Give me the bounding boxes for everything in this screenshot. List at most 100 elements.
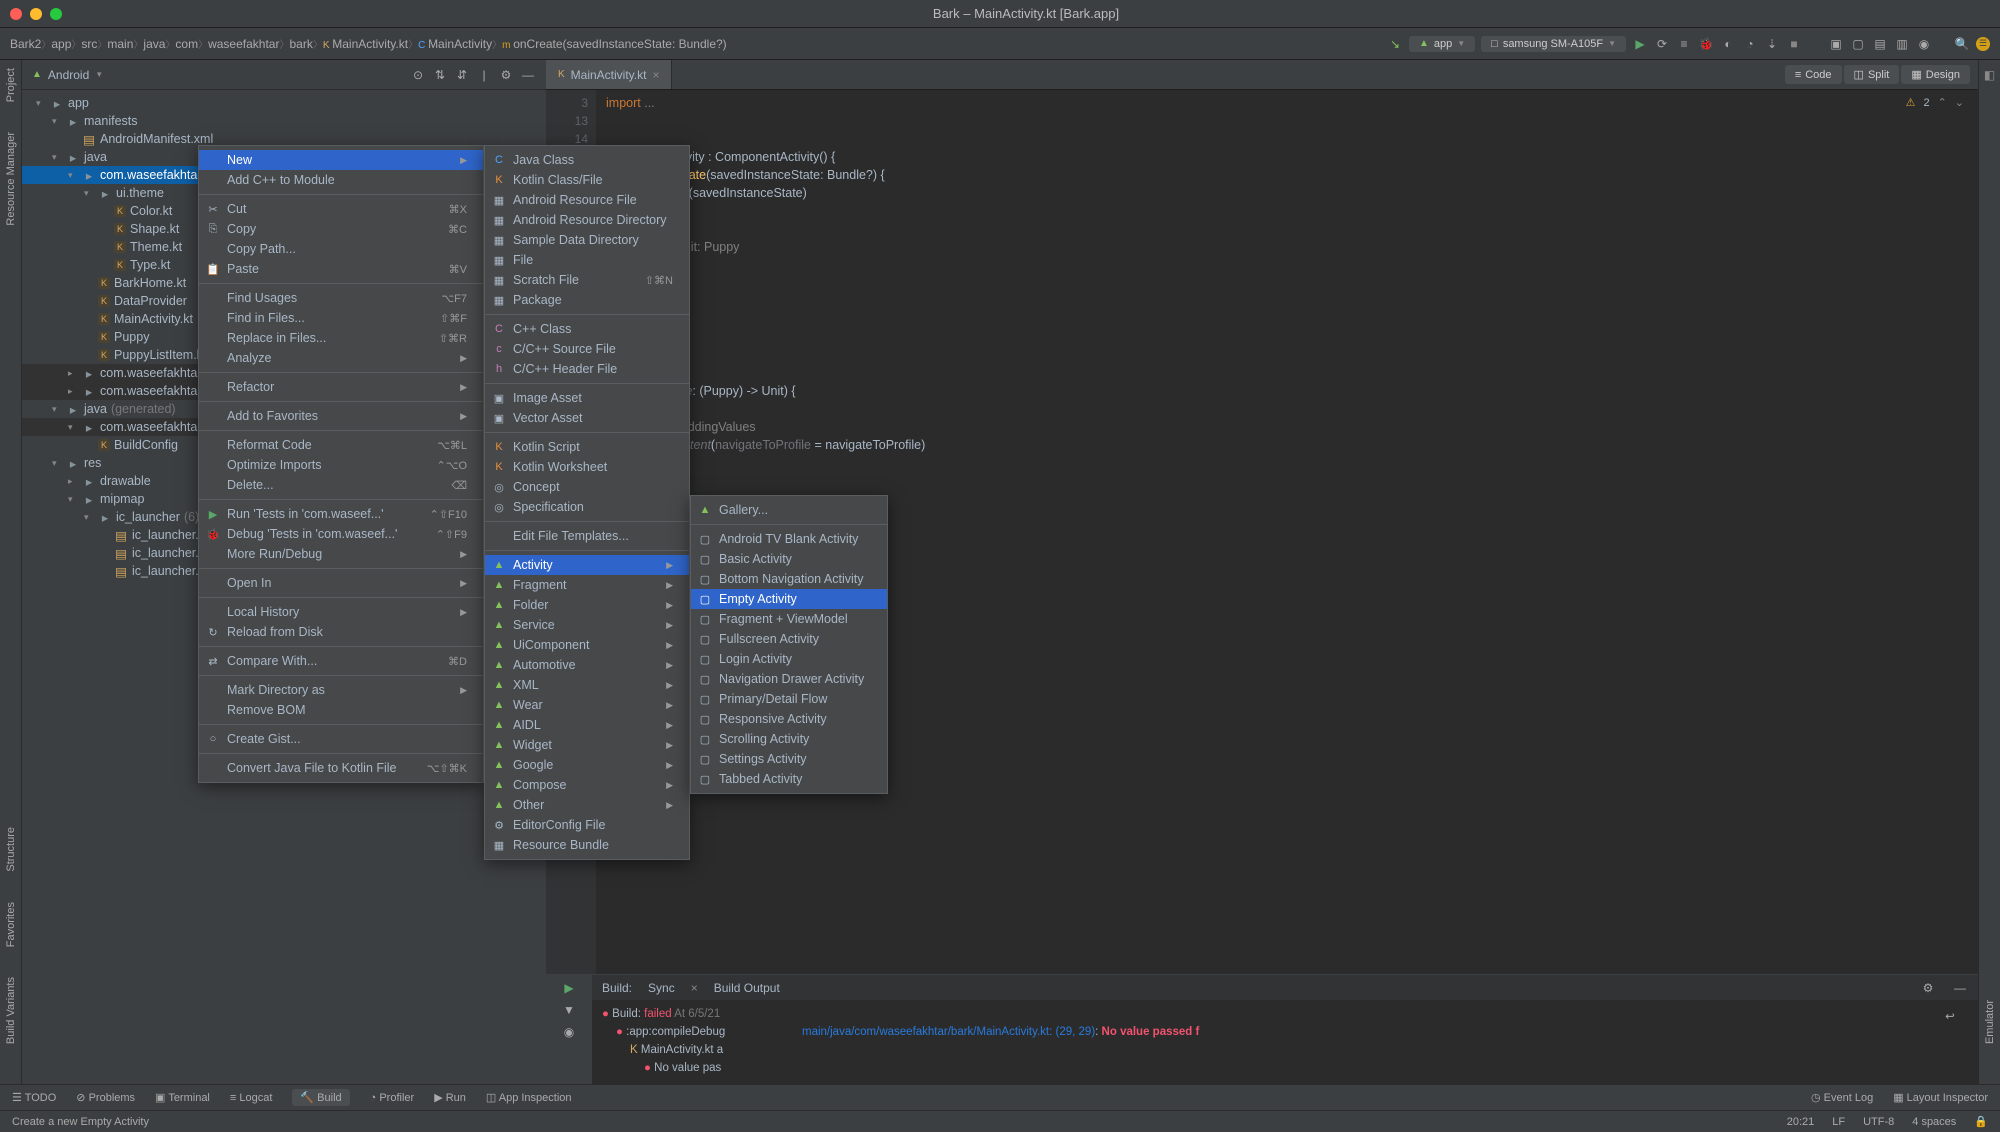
rail-structure[interactable]: Structure [5, 827, 17, 872]
expand-all-icon[interactable]: ⇅ [432, 67, 448, 83]
menu-item[interactable]: ▲Service▶ [485, 615, 689, 635]
menu-item[interactable]: ▣Image Asset [485, 388, 689, 408]
minimize-window-icon[interactable] [30, 8, 42, 20]
menu-item[interactable]: Optimize Imports⌃⌥O [199, 455, 483, 475]
bottom-todo[interactable]: ☰ TODO [12, 1091, 56, 1104]
menu-item[interactable]: ▲XML▶ [485, 675, 689, 695]
menu-item[interactable]: Add to Favorites▶ [199, 406, 483, 426]
breadcrumb-item[interactable]: src [81, 37, 97, 51]
resource-icon[interactable]: ▤ [1872, 36, 1888, 52]
right-rail-icon[interactable]: ◧ [1984, 68, 1995, 82]
bottom-terminal[interactable]: ▣ Terminal [155, 1091, 210, 1104]
build-row[interactable]: K MainActivity.kt a [602, 1041, 782, 1059]
menu-item[interactable]: Copy Path... [199, 239, 483, 259]
close-tab-icon[interactable]: × [652, 68, 659, 82]
menu-item[interactable]: ↻Reload from Disk [199, 622, 483, 642]
menu-item[interactable]: Mark Directory as▶ [199, 680, 483, 700]
menu-item[interactable]: ▦Android Resource Directory [485, 210, 689, 230]
menu-item[interactable]: ▢Fullscreen Activity [691, 629, 887, 649]
menu-item[interactable]: ▢Navigation Drawer Activity [691, 669, 887, 689]
menu-item[interactable]: ▢Settings Activity [691, 749, 887, 769]
menu-item[interactable]: hC/C++ Header File [485, 359, 689, 379]
breadcrumb-item[interactable]: C MainActivity [418, 37, 492, 51]
bottom-profiler[interactable]: ◔ Profiler [370, 1092, 415, 1104]
menu-item[interactable]: Replace in Files...⇧⌘R [199, 328, 483, 348]
bottom-app-inspection[interactable]: ◫ App Inspection [486, 1091, 572, 1104]
menu-item[interactable]: ✂Cut⌘X [199, 199, 483, 219]
menu-item[interactable]: ▲Gallery... [691, 500, 887, 520]
menu-item[interactable]: ▲Automotive▶ [485, 655, 689, 675]
rail-emulator[interactable]: Emulator [1984, 1000, 1996, 1044]
menu-item[interactable]: Delete...⌫ [199, 475, 483, 495]
rail-build-variants[interactable]: Build Variants [5, 977, 17, 1044]
debug-icon[interactable]: 🐞 [1698, 36, 1714, 52]
build-settings-icon[interactable]: ⚙ [1920, 980, 1936, 996]
menu-item[interactable]: ▦Package [485, 290, 689, 310]
menu-item[interactable]: Analyze▶ [199, 348, 483, 368]
menu-item[interactable]: ▶Run 'Tests in 'com.waseef...'⌃⇧F10 [199, 504, 483, 524]
menu-item[interactable]: ⎘Copy⌘C [199, 219, 483, 239]
bottom-problems[interactable]: ⊘ Problems [76, 1091, 135, 1104]
menu-item[interactable]: ▲Activity▶ [485, 555, 689, 575]
breadcrumb-item[interactable]: Bark2 [10, 37, 41, 51]
search-icon[interactable]: 🔍 [1954, 36, 1970, 52]
menu-item[interactable]: ▲Compose▶ [485, 775, 689, 795]
soft-wrap-icon[interactable]: ↩ [1942, 1009, 1958, 1025]
menu-item[interactable]: ▦Sample Data Directory [485, 230, 689, 250]
tree-row[interactable]: ▾▸manifests [22, 112, 546, 130]
build-rerun-icon[interactable]: ▶ [564, 981, 573, 995]
build-hide-icon[interactable]: — [1952, 980, 1968, 996]
status-line-sep[interactable]: LF [1832, 1116, 1845, 1128]
build-hammer-icon[interactable]: ↘ [1387, 36, 1403, 52]
run-config-selector[interactable]: ▲app▼ [1409, 36, 1475, 52]
menu-item[interactable]: CC++ Class [485, 319, 689, 339]
menu-item[interactable]: ▲Folder▶ [485, 595, 689, 615]
menu-item[interactable]: ⚙EditorConfig File [485, 815, 689, 835]
menu-item[interactable]: ▢Responsive Activity [691, 709, 887, 729]
view-design[interactable]: ▦Design [1901, 65, 1970, 84]
profiler-icon[interactable]: ◔ [1742, 36, 1758, 52]
menu-item[interactable]: ▲AIDL▶ [485, 715, 689, 735]
menu-item[interactable]: Edit File Templates... [485, 526, 689, 546]
menu-item[interactable]: ▢Basic Activity [691, 549, 887, 569]
gear-icon[interactable]: ⚙ [498, 67, 514, 83]
avd-manager-icon[interactable]: ▣ [1828, 36, 1844, 52]
build-row[interactable]: ● :app:compileDebug [602, 1023, 782, 1041]
menu-item[interactable]: Convert Java File to Kotlin File⌥⇧⌘K [199, 758, 483, 778]
menu-item[interactable]: ▲Wear▶ [485, 695, 689, 715]
menu-item[interactable]: ◎Specification [485, 497, 689, 517]
menu-item[interactable]: ▢Scrolling Activity [691, 729, 887, 749]
menu-item[interactable]: Refactor▶ [199, 377, 483, 397]
menu-item[interactable]: 📋Paste⌘V [199, 259, 483, 279]
bottom-logcat[interactable]: ≡ Logcat [230, 1092, 273, 1104]
device-selector[interactable]: □samsung SM-A105F▼ [1481, 36, 1626, 52]
menu-item[interactable]: ▦Scratch File⇧⌘N [485, 270, 689, 290]
build-tab-output[interactable]: Build Output [714, 981, 780, 995]
breadcrumb-item[interactable]: bark [289, 37, 312, 51]
menu-item[interactable]: ▢Tabbed Activity [691, 769, 887, 789]
menu-item[interactable]: Find Usages⌥F7 [199, 288, 483, 308]
apply-code-icon[interactable]: ≡ [1676, 36, 1692, 52]
breadcrumb-item[interactable]: waseefakhtar [208, 37, 279, 51]
menu-item[interactable]: 🐞Debug 'Tests in 'com.waseef...'⌃⇧F9 [199, 524, 483, 544]
menu-item[interactable]: ▲Fragment▶ [485, 575, 689, 595]
tree-row[interactable]: ▾▸app [22, 94, 546, 112]
project-view-selector[interactable]: Android [48, 68, 89, 82]
menu-item[interactable]: ▲UiComponent▶ [485, 635, 689, 655]
menu-item[interactable]: CJava Class [485, 150, 689, 170]
apply-changes-icon[interactable]: ⟳ [1654, 36, 1670, 52]
menu-item[interactable]: More Run/Debug▶ [199, 544, 483, 564]
sync-icon[interactable]: ◉ [1916, 36, 1932, 52]
menu-item[interactable]: ▢Login Activity [691, 649, 887, 669]
menu-item[interactable]: Local History▶ [199, 602, 483, 622]
breadcrumb-item[interactable]: main [107, 37, 133, 51]
device-manager-icon[interactable]: ▥ [1894, 36, 1910, 52]
editor-tab[interactable]: K MainActivity.kt × [546, 60, 672, 89]
build-filter-icon[interactable]: ▼ [563, 1003, 575, 1017]
menu-item[interactable]: ▦Resource Bundle [485, 835, 689, 855]
bottom-run[interactable]: ▶ Run [434, 1091, 466, 1104]
error-file-path[interactable]: main/java/com/waseefakhtar/bark/MainActi… [802, 1026, 1095, 1038]
close-window-icon[interactable] [10, 8, 22, 20]
menu-item[interactable]: KKotlin Worksheet [485, 457, 689, 477]
collapse-icon[interactable]: ⇵ [454, 67, 470, 83]
